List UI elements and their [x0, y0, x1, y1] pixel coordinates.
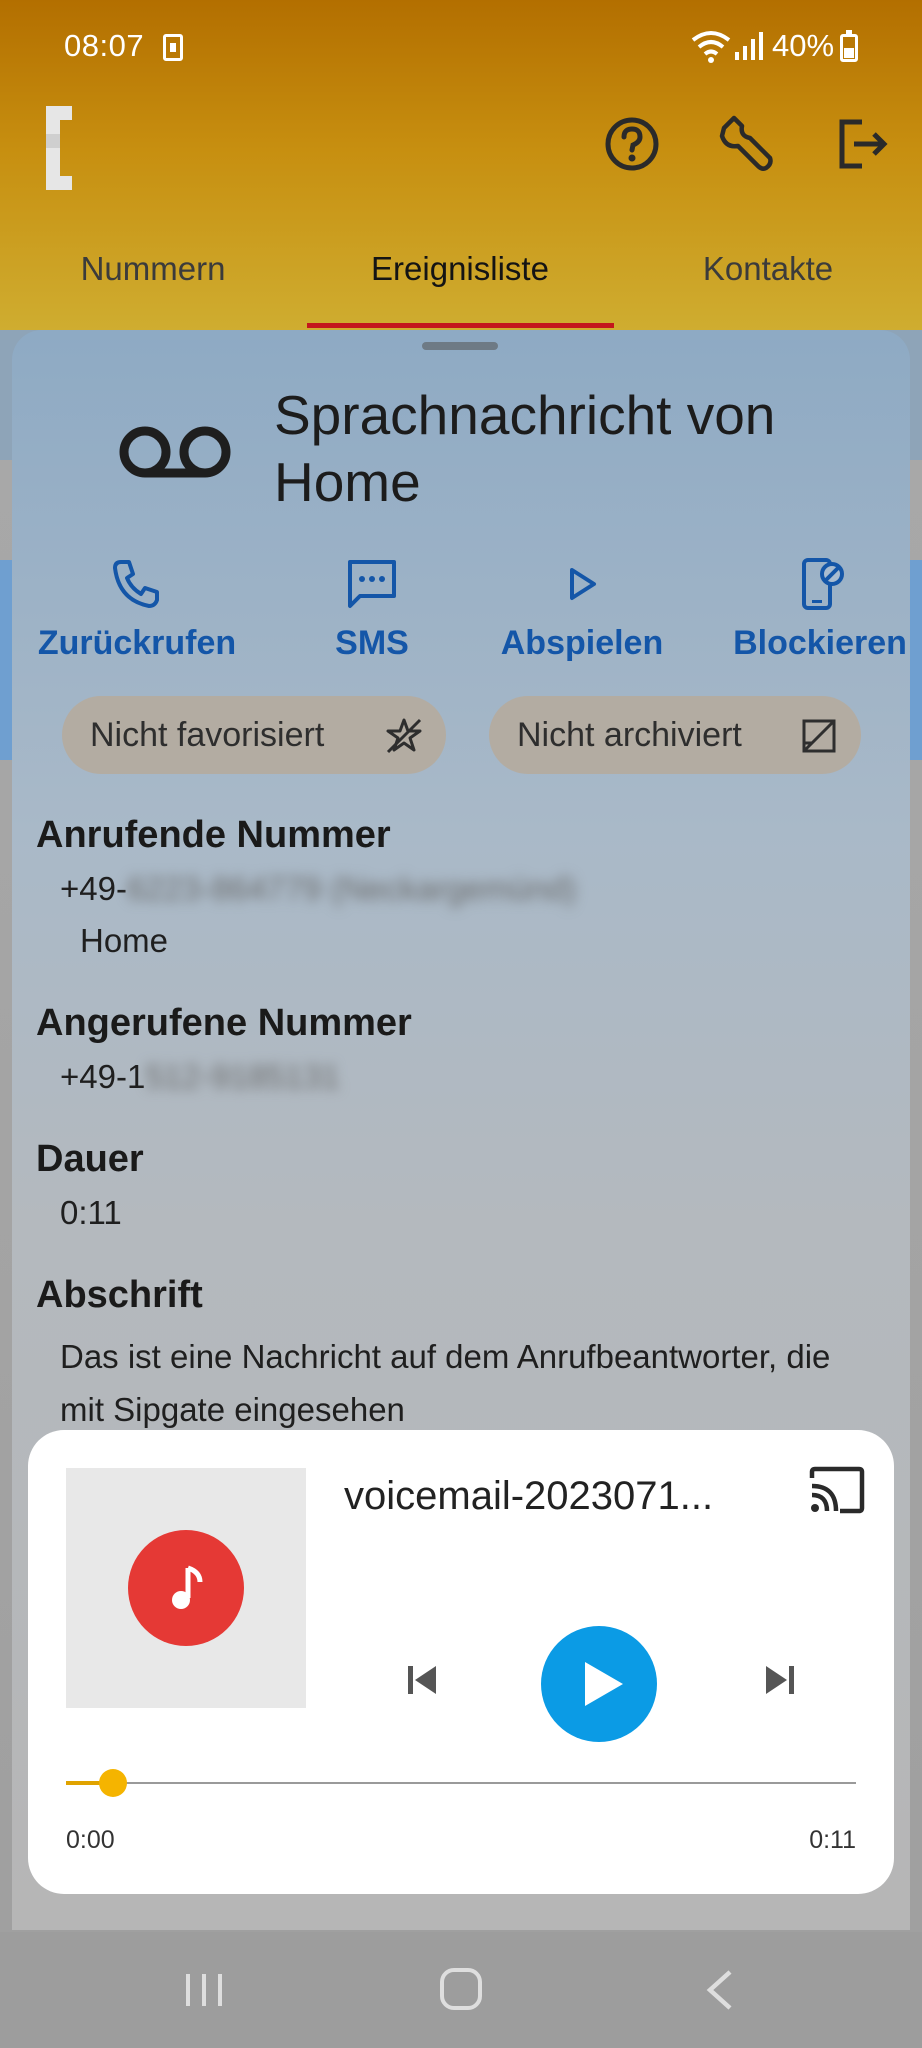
block-label: Blockieren — [733, 624, 907, 662]
tab-nummern[interactable]: Nummern — [3, 250, 303, 288]
total-time: 0:11 — [809, 1826, 856, 1854]
skip-previous-icon[interactable] — [402, 1660, 442, 1700]
current-time: 0:00 — [66, 1826, 115, 1854]
signal-icon — [735, 32, 763, 60]
caller-number-prefix: +49- — [60, 870, 127, 907]
back-icon[interactable] — [704, 1968, 736, 2012]
home-icon[interactable] — [440, 1968, 482, 2010]
sim-card-icon — [163, 34, 183, 61]
sheet-title: Sprachnachricht von Home — [274, 384, 776, 513]
seek-bar[interactable] — [66, 1769, 856, 1797]
duration-value: 0:11 — [60, 1194, 122, 1231]
caller-number-redacted: 6223-864779 (Neckargemünd) — [126, 870, 577, 907]
cast-icon[interactable] — [808, 1466, 866, 1514]
transcript-heading: Abschrift — [36, 1274, 203, 1316]
wrench-icon[interactable] — [716, 114, 776, 174]
archive-off-icon — [802, 719, 836, 753]
media-player: voicemail-2023071... 0:00 0:11 — [28, 1430, 894, 1894]
called-number: +49-1512-9185131 — [60, 1058, 340, 1096]
status-time: 08:07 — [64, 28, 145, 63]
sheet-drag-handle[interactable] — [422, 342, 498, 350]
caller-name: Home — [80, 922, 169, 959]
called-number-heading: Angerufene Nummer — [36, 1002, 412, 1044]
voicemail-icon — [119, 426, 231, 478]
called-number-redacted: 512-9185131 — [145, 1058, 340, 1095]
play-button[interactable] — [541, 1626, 657, 1742]
battery-icon — [840, 30, 858, 62]
track-title: voicemail-2023071... — [344, 1474, 714, 1518]
tab-kontakte[interactable]: Kontakte — [618, 250, 918, 288]
recents-icon[interactable] — [182, 1972, 226, 2008]
battery-level: 40% — [772, 28, 835, 63]
seek-bar-thumb[interactable] — [99, 1769, 128, 1797]
sms-button[interactable]: SMS — [302, 556, 442, 663]
app-logo — [46, 106, 82, 190]
sms-icon — [348, 560, 396, 608]
block-phone-icon — [802, 558, 844, 610]
phone-icon — [113, 560, 159, 608]
favorite-chip[interactable]: Nicht favorisiert — [62, 696, 446, 774]
callback-label: Zurückrufen — [37, 624, 237, 662]
caller-number: +49-6223-864779 (Neckargemünd) — [60, 870, 576, 908]
favorite-chip-label: Nicht favorisiert — [90, 716, 325, 754]
sms-label: SMS — [335, 624, 409, 662]
archive-chip-label: Nicht archiviert — [517, 716, 742, 754]
tab-indicator — [307, 323, 614, 328]
transcript-text: Das ist eine Nachricht auf dem Anrufbean… — [60, 1338, 831, 1428]
caller-number-heading: Anrufende Nummer — [36, 814, 391, 856]
callback-button[interactable]: Zurückrufen — [32, 556, 242, 663]
called-number-prefix: +49-1 — [60, 1058, 146, 1095]
help-icon[interactable] — [602, 114, 662, 174]
logout-icon[interactable] — [832, 114, 892, 174]
block-button[interactable]: Blockieren — [730, 556, 910, 663]
status-bar: 08:07 40% — [0, 0, 922, 92]
album-art — [66, 1468, 306, 1708]
duration-heading: Dauer — [36, 1138, 144, 1180]
play-icon — [585, 1662, 623, 1706]
system-navigation-bar — [0, 1932, 922, 2048]
album-art-circle — [128, 1530, 244, 1646]
play-icon — [570, 568, 596, 600]
tab-ereignisliste[interactable]: Ereignisliste — [310, 250, 610, 288]
skip-next-icon[interactable] — [760, 1660, 800, 1700]
music-note-icon — [172, 1565, 203, 1609]
play-voicemail-button[interactable]: Abspielen — [482, 556, 682, 663]
star-off-icon — [386, 718, 422, 754]
wifi-icon — [691, 31, 731, 63]
play-label: Abspielen — [500, 624, 664, 662]
archive-chip[interactable]: Nicht archiviert — [489, 696, 861, 774]
